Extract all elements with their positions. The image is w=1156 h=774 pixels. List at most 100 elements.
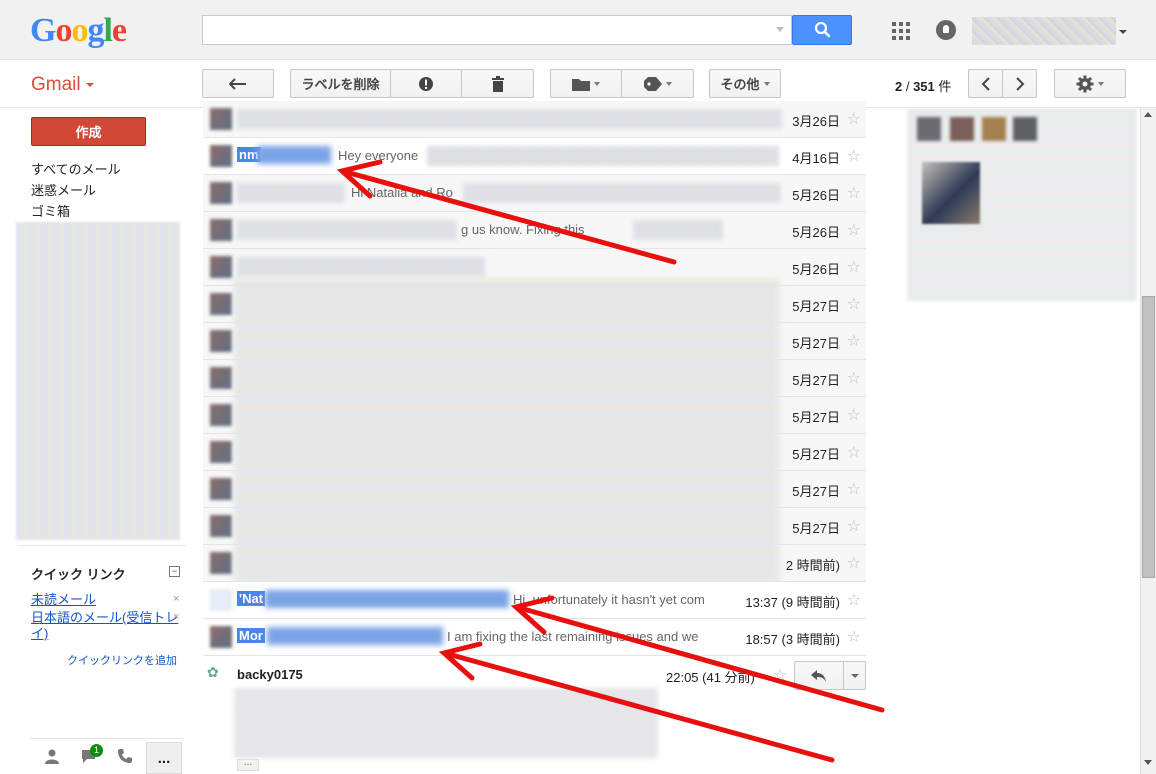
star-icon[interactable]: ☆ [847, 442, 861, 462]
folder-icon [572, 78, 590, 91]
redacted-sender [265, 590, 509, 608]
gmail-chevron-down-icon[interactable] [86, 83, 94, 87]
scroll-up-arrow-icon[interactable] [1144, 112, 1152, 117]
sender-name: 'Nat [237, 591, 266, 606]
delete-button[interactable] [461, 69, 534, 98]
notification-bell-icon[interactable] [936, 20, 956, 40]
gear-icon [1076, 75, 1094, 92]
sidebar-item-spam[interactable]: 迷惑メール [31, 180, 96, 199]
thread-row[interactable]: Hi Natalia and Ro 5月26日 ☆ [203, 175, 866, 212]
contacts-person-icon[interactable] [44, 748, 60, 764]
scroll-down-arrow-icon[interactable] [1144, 760, 1152, 765]
thread-row[interactable]: 'Nat Hi, unfortunately it hasn't yet com… [203, 582, 866, 619]
settings-button[interactable] [1054, 69, 1126, 98]
sender-avatar [210, 478, 232, 500]
thread-row[interactable]: 3月26日 ☆ [203, 101, 866, 138]
quick-links-collapse-icon[interactable]: − [169, 566, 180, 577]
sender-avatar [210, 330, 232, 352]
gmail-app-switcher[interactable]: Gmail [31, 74, 81, 96]
remove-quick-link-icon[interactable]: × [173, 593, 179, 605]
star-icon[interactable]: ☆ [847, 553, 861, 573]
chevron-right-icon [1015, 76, 1024, 91]
sender-avatar [210, 404, 232, 426]
star-icon[interactable]: ☆ [847, 516, 861, 536]
message-date: 3月26日 [792, 114, 840, 129]
redacted-content [237, 109, 782, 129]
quick-link-japanese-inbox[interactable]: 日本語のメール(受信トレイ) [31, 610, 179, 642]
more-actions-button[interactable]: その他 [709, 69, 781, 98]
google-logo[interactable]: Google [30, 12, 127, 50]
quick-link-unread[interactable]: 未読メール [31, 592, 96, 608]
star-icon[interactable]: ☆ [847, 368, 861, 388]
pager-count: 2 / 351 件 [895, 76, 951, 95]
open-message-sender[interactable]: backy0175 [237, 667, 303, 682]
message-date: 5月26日 [792, 188, 840, 203]
message-date: 5月27日 [792, 410, 840, 425]
trash-icon [491, 75, 504, 92]
message-date: 5月26日 [792, 262, 840, 277]
sidebar-divider [18, 545, 186, 546]
phone-icon[interactable] [117, 748, 133, 764]
star-icon[interactable]: ☆ [847, 220, 861, 240]
star-icon[interactable]: ☆ [847, 183, 861, 203]
thread-row[interactable]: g us know. Fixing this 5月26日 ☆ [203, 212, 866, 249]
star-icon[interactable]: ☆ [847, 627, 861, 647]
star-icon[interactable]: ☆ [847, 331, 861, 351]
sender-avatar [210, 626, 232, 648]
search-options-chevron-icon[interactable] [776, 27, 784, 32]
sidebar-item-all-mail[interactable]: すべてのメール [31, 159, 121, 178]
reply-button[interactable] [794, 661, 844, 690]
sidebar-bottom-divider [30, 738, 184, 739]
report-spam-icon [419, 76, 433, 91]
star-icon[interactable]: ☆ [847, 590, 861, 610]
contact-thumbnail [950, 117, 974, 141]
account-chevron-down-icon[interactable] [1119, 30, 1127, 34]
redacted-sender [237, 183, 345, 203]
move-to-button[interactable] [550, 69, 622, 98]
thread-row[interactable]: Mor I am fixing the last remaining issue… [203, 619, 866, 656]
sidebar-item-trash[interactable]: ゴミ箱 [31, 201, 70, 220]
star-icon[interactable]: ☆ [847, 109, 861, 129]
newer-button[interactable] [968, 69, 1003, 98]
sender-highlight: 'Nat [237, 591, 266, 606]
star-icon[interactable]: ☆ [847, 479, 861, 499]
reply-options-chevron-icon[interactable] [843, 661, 866, 690]
back-to-inbox-button[interactable] [202, 69, 274, 98]
sidebar-labels-redacted [16, 222, 180, 540]
quick-links-title: クイック リンク [31, 567, 126, 582]
add-quick-link[interactable]: クイックリンクを追加 [67, 652, 177, 668]
message-snippet: g us know. Fixing this [461, 222, 585, 237]
redacted-content [237, 257, 485, 277]
thread-row[interactable]: nm Hey everyone 4月16日 ☆ [203, 138, 866, 175]
contact-thumbnail [982, 117, 1006, 141]
search-button[interactable] [792, 15, 852, 45]
report-spam-button[interactable] [390, 69, 462, 98]
message-date: 5月27日 [792, 484, 840, 499]
remove-quick-link-icon[interactable]: × [173, 611, 179, 623]
show-trimmed-content-button[interactable]: ... [237, 758, 259, 771]
more-options-button[interactable]: ... [146, 742, 182, 774]
reply-arrow-icon [811, 669, 826, 682]
apps-grid-icon[interactable] [892, 22, 910, 40]
older-button[interactable] [1002, 69, 1037, 98]
sender-avatar [210, 256, 232, 278]
star-icon[interactable]: ☆ [773, 665, 787, 685]
logo-letter: l [103, 12, 113, 49]
message-date: 5月27日 [792, 521, 840, 536]
star-icon[interactable]: ☆ [847, 146, 861, 166]
remove-label-button[interactable]: ラベルを削除 [290, 69, 391, 98]
scrollbar-thumb[interactable] [1142, 296, 1155, 578]
message-snippet: Hi Natalia and Ro [351, 185, 453, 200]
logo-letter: g [87, 12, 104, 49]
labels-button[interactable] [621, 69, 694, 98]
sender-avatar [210, 219, 232, 241]
search-input[interactable] [202, 15, 792, 45]
account-switcher[interactable] [972, 17, 1116, 45]
compose-button[interactable]: 作成 [31, 117, 146, 146]
star-icon[interactable]: ☆ [847, 294, 861, 314]
star-icon[interactable]: ☆ [847, 257, 861, 277]
star-icon[interactable]: ☆ [847, 405, 861, 425]
redacted-message-body [234, 688, 658, 758]
sender-highlight: Mor [237, 628, 265, 643]
chat-badge: 1 [90, 744, 103, 757]
